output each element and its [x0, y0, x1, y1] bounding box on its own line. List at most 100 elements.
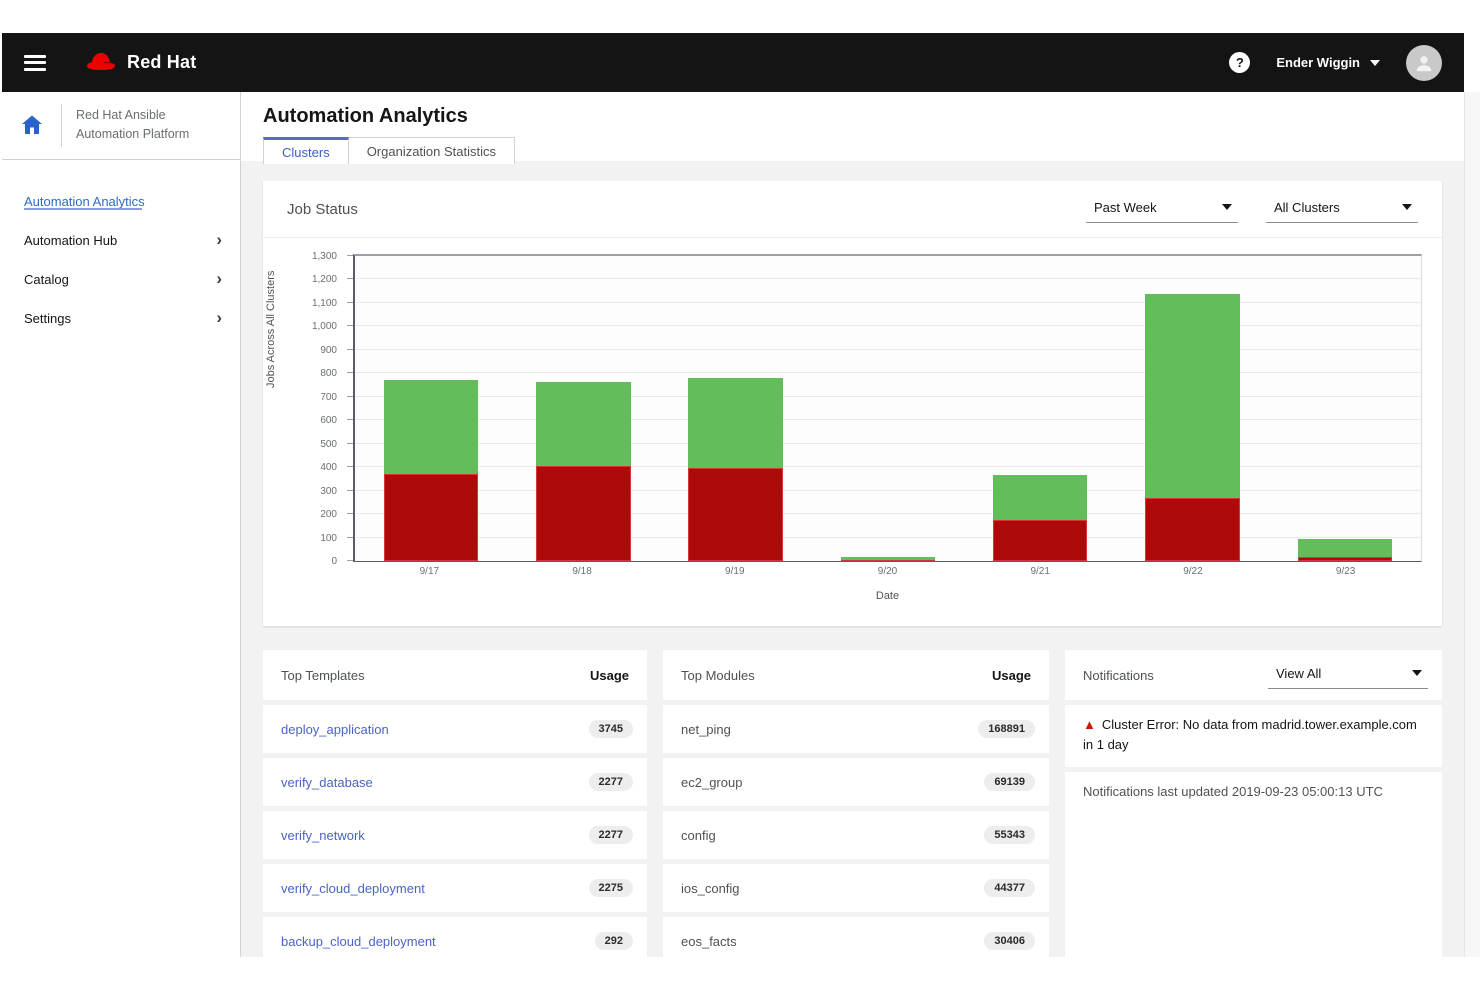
y-axis-title: Jobs Across All Clusters [265, 270, 277, 388]
top-templates-title: Top Templates [281, 667, 365, 683]
tab-bar: Clusters Organization Statistics [263, 137, 1464, 164]
x-axis-title: Date [875, 590, 900, 602]
cluster-select[interactable]: All Clusters [1266, 196, 1418, 223]
page-title: Automation Analytics [263, 105, 468, 127]
bar-segment-success[interactable] [1145, 293, 1240, 498]
y-tick [347, 395, 353, 397]
module-row: config 55343 [663, 811, 1049, 859]
y-tick [347, 372, 353, 374]
chevron-down-icon [1412, 670, 1422, 676]
help-icon[interactable]: ? [1229, 52, 1251, 73]
y-tick [347, 348, 353, 350]
job-status-title: Job Status [287, 200, 358, 218]
chevron-down-icon [1370, 59, 1380, 66]
template-link[interactable]: verify_network [281, 828, 365, 843]
bar-segment-fail[interactable] [383, 474, 479, 561]
bar-segment-success[interactable] [993, 475, 1088, 520]
top-templates-panel: Top Templates Usage deploy_application 3… [263, 650, 647, 957]
main-content: Automation Analytics Clusters Organizati… [241, 92, 1464, 957]
x-tick-label: 9/21 [1030, 566, 1050, 577]
period-select[interactable]: Past Week [1086, 196, 1238, 223]
y-tick-label: 900 [320, 344, 337, 356]
tab-organization-statistics[interactable]: Organization Statistics [348, 137, 516, 164]
job-status-chart: Jobs Across All Clusters 0 100 200 300 400 50… [263, 238, 1442, 602]
platform-title: Red Hat Ansible Automation Platform [76, 108, 190, 142]
x-tick-label: 9/22 [1183, 566, 1203, 577]
sidebar-item-catalog[interactable]: Catalog › [2, 260, 240, 299]
usage-badge: 2277 [588, 773, 633, 791]
job-status-card: Job Status Past Week All Clusters Jobs A… [263, 181, 1442, 626]
bar-group-9/19[interactable] [660, 256, 812, 561]
y-tick [347, 278, 353, 280]
warning-triangle-icon: ▲ [1083, 717, 1096, 732]
bar-segment-success[interactable] [536, 381, 631, 466]
brand-name: Red Hat [127, 52, 197, 72]
template-link[interactable]: deploy_application [281, 722, 389, 737]
x-tick-label: 9/23 [1335, 566, 1356, 577]
module-row: net_ping 168891 [663, 705, 1049, 753]
x-tick-label: 9/19 [725, 566, 745, 577]
view-all-select[interactable]: View All [1268, 662, 1428, 689]
bar-group-9/23[interactable] [1269, 256, 1421, 561]
notifications-title: Notifications [1083, 667, 1154, 683]
template-row: backup_cloud_deployment 292 [263, 917, 647, 957]
sidebar-item-automation-hub[interactable]: Automation Hub › [2, 221, 240, 260]
notifications-panel: Notifications View All ▲ Cluster Error: N… [1065, 650, 1442, 957]
avatar[interactable] [1406, 44, 1442, 81]
y-tick [347, 419, 353, 421]
tab-clusters[interactable]: Clusters [263, 137, 349, 164]
usage-badge: 44377 [984, 879, 1035, 897]
bar-group-9/17[interactable] [355, 256, 507, 561]
bar-segment-success[interactable] [840, 557, 936, 560]
y-tick [347, 255, 353, 256]
module-name: eos_facts [681, 933, 737, 949]
bar-segment-fail[interactable] [993, 519, 1088, 561]
template-row: verify_cloud_deployment 2275 [263, 864, 647, 912]
redhat-fedora-icon [87, 52, 115, 70]
sidebar: Red Hat Ansible Automation Platform Auto… [2, 92, 241, 957]
module-name: ec2_group [681, 774, 743, 790]
user-menu[interactable]: Ender Wiggin [1276, 55, 1380, 70]
usage-badge: 292 [594, 932, 633, 950]
bar-group-9/20[interactable] [812, 256, 964, 561]
y-tick-label: 300 [320, 485, 337, 497]
y-tick-label: 200 [320, 509, 337, 521]
y-tick-label: 1,300 [311, 251, 337, 262]
sidebar-item-settings[interactable]: Settings › [2, 299, 240, 338]
bar-segment-fail[interactable] [840, 559, 936, 561]
bar-group-9/18[interactable] [507, 256, 659, 561]
bar-segment-fail[interactable] [688, 468, 783, 561]
page-scrollbar[interactable] [1464, 92, 1480, 957]
person-icon [1416, 55, 1432, 71]
usage-column-header: Usage [991, 667, 1031, 683]
notification-alert: ▲ Cluster Error: No data from madrid.towe… [1065, 705, 1442, 768]
template-link[interactable]: backup_cloud_deployment [281, 934, 436, 949]
x-tick-label: 9/17 [419, 566, 440, 577]
home-button[interactable] [2, 104, 62, 147]
y-tick [347, 325, 353, 327]
chevron-right-icon: › [216, 268, 222, 288]
y-tick-label: 500 [320, 438, 337, 450]
x-tick-label: 9/20 [877, 566, 898, 577]
bar-segment-success[interactable] [688, 378, 783, 469]
usage-badge: 55343 [984, 826, 1035, 844]
bar-segment-success[interactable] [383, 380, 479, 475]
bar-group-9/22[interactable] [1116, 256, 1268, 561]
sidebar-item-automation-analytics[interactable]: Automation Analytics [2, 182, 240, 221]
y-tick-label: 400 [320, 462, 337, 474]
bar-segment-fail[interactable] [1145, 497, 1240, 561]
bar-segment-success[interactable] [1297, 538, 1393, 558]
masthead: Red Hat ? Ender Wiggin [2, 33, 1464, 92]
bar-segment-fail[interactable] [1297, 557, 1393, 561]
usage-badge: 2277 [588, 826, 633, 844]
usage-badge: 168891 [978, 720, 1035, 738]
bar-group-9/21[interactable] [964, 256, 1116, 561]
bar-segment-fail[interactable] [536, 465, 631, 561]
usage-badge: 2275 [588, 879, 633, 897]
redhat-logo[interactable]: Red Hat [84, 50, 196, 76]
template-link[interactable]: verify_database [281, 775, 373, 790]
template-link[interactable]: verify_cloud_deployment [281, 881, 425, 896]
template-row: verify_network 2277 [263, 811, 647, 859]
y-tick-label: 600 [320, 415, 337, 427]
hamburger-menu-icon[interactable] [24, 54, 46, 71]
